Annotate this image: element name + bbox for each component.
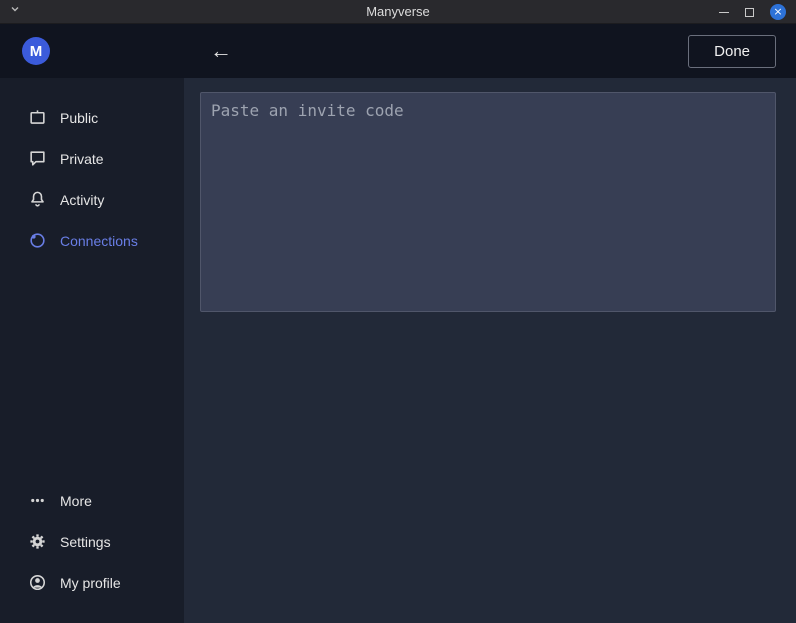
restore-icon[interactable] — [745, 8, 754, 17]
sidebar-item-label: Settings — [60, 534, 111, 550]
sidebar-item-label: Private — [60, 151, 104, 167]
header-left: M — [0, 37, 184, 65]
minimize-icon[interactable] — [719, 12, 729, 13]
sidebar: Public Private Activity — [0, 78, 184, 623]
sidebar-item-private[interactable]: Private — [0, 138, 184, 179]
sidebar-item-label: More — [60, 493, 92, 509]
back-arrow-icon[interactable]: ← — [210, 40, 232, 62]
sidebar-bottom-group: More — [0, 480, 184, 603]
done-button[interactable]: Done — [688, 35, 776, 68]
profile-icon — [28, 573, 47, 592]
public-icon — [28, 108, 47, 127]
close-icon[interactable]: × — [770, 4, 786, 20]
sidebar-item-activity[interactable]: Activity — [0, 179, 184, 220]
window-titlebar: Manyverse × — [0, 0, 796, 24]
activity-icon — [28, 190, 47, 209]
more-icon — [28, 491, 47, 510]
sidebar-item-label: My profile — [60, 575, 121, 591]
chevron-down-icon[interactable] — [10, 4, 20, 14]
sidebar-item-public[interactable]: Public — [0, 97, 184, 138]
invite-code-input[interactable] — [200, 92, 776, 312]
connections-icon — [28, 231, 47, 250]
main-pane — [184, 78, 796, 623]
sidebar-item-my-profile[interactable]: My profile — [0, 562, 184, 603]
sidebar-item-label: Public — [60, 110, 98, 126]
private-icon — [28, 149, 47, 168]
settings-icon — [28, 532, 47, 551]
sidebar-item-settings[interactable]: Settings — [0, 521, 184, 562]
sidebar-item-label: Connections — [60, 233, 138, 249]
sidebar-item-label: Activity — [60, 192, 104, 208]
sidebar-item-connections[interactable]: Connections — [0, 220, 184, 261]
window-controls: × — [719, 0, 786, 24]
window-title: Manyverse — [0, 4, 796, 19]
manyverse-logo[interactable]: M — [22, 37, 50, 65]
app-header: M ← Done — [0, 24, 796, 78]
content: Public Private Activity — [0, 78, 796, 623]
sidebar-item-more[interactable]: More — [0, 480, 184, 521]
